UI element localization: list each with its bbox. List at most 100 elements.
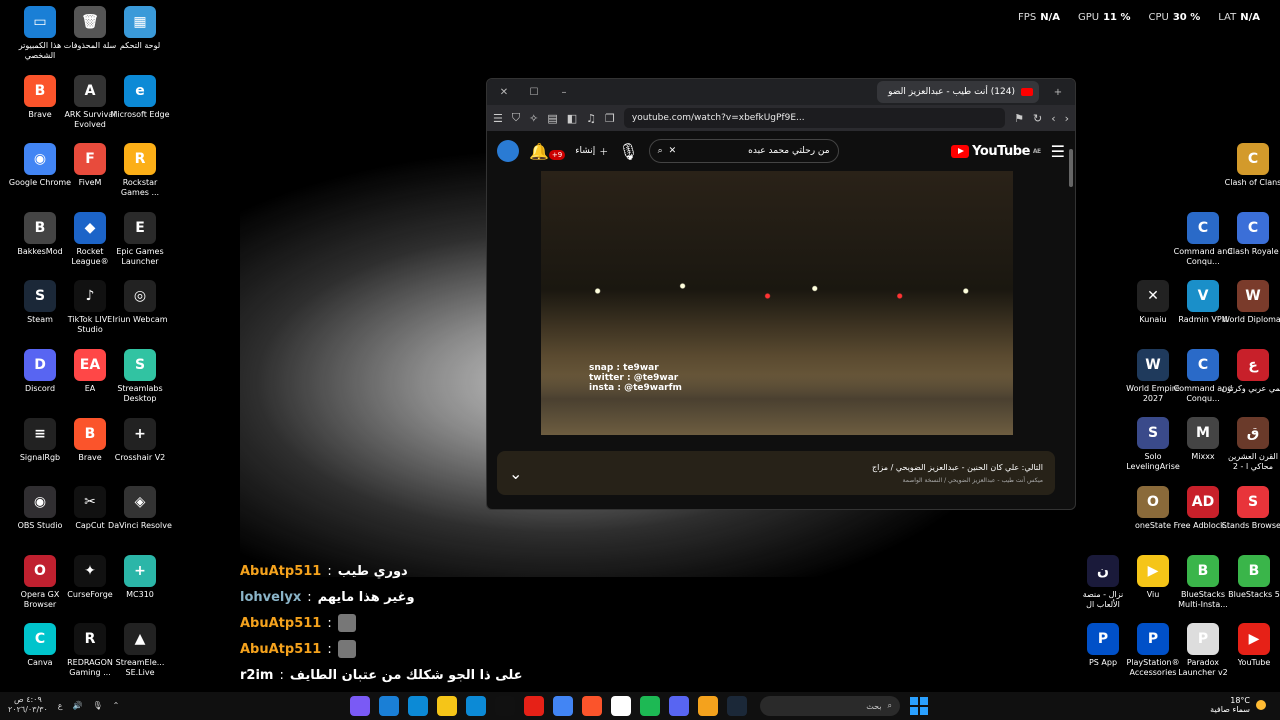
- desktop-icon-label: Clash of Clans: [1224, 178, 1280, 187]
- taskbar-app-icon[interactable]: [553, 696, 573, 716]
- app-icon: ع: [1237, 348, 1269, 381]
- taskbar-app-icon[interactable]: [582, 696, 602, 716]
- taskbar-app-icon[interactable]: [350, 696, 370, 716]
- taskbar-app-icon[interactable]: [379, 696, 399, 716]
- app-icon: ن: [1087, 555, 1119, 587]
- desktop-icon[interactable]: B BlueStacks 5: [1222, 555, 1280, 600]
- chat-separator: :: [307, 589, 312, 605]
- youtube-play-icon: [951, 144, 970, 158]
- app-icon: P: [1137, 623, 1169, 655]
- split-view-icon[interactable]: ◧: [567, 112, 577, 125]
- clear-search-icon[interactable]: ✕: [669, 146, 677, 156]
- forward-icon[interactable]: ›: [1065, 112, 1069, 125]
- start-button[interactable]: [910, 697, 928, 715]
- app-icon: C: [1187, 348, 1219, 381]
- music-icon[interactable]: ♫: [586, 112, 596, 125]
- lang-indicator[interactable]: ع: [58, 701, 63, 710]
- taskbar-app-icon[interactable]: [437, 696, 457, 716]
- app-icon: C: [1187, 211, 1219, 244]
- desktop-icon[interactable]: ▦ لوحة التحكم: [108, 6, 172, 51]
- desktop-icon[interactable]: e Microsoft Edge: [108, 74, 172, 120]
- mic-icon[interactable]: 🎙: [93, 701, 103, 710]
- desktop-icon[interactable]: W World Diplomat: [1221, 280, 1280, 325]
- taskbar-app-icon[interactable]: [698, 696, 718, 716]
- back-icon[interactable]: ‹: [1051, 112, 1055, 125]
- bookmark-icon[interactable]: ⚑: [1014, 112, 1024, 125]
- app-icon: ◆: [74, 211, 106, 244]
- taskbar-search[interactable]: ⌕ بحث: [760, 696, 900, 716]
- hamburger-menu-icon[interactable]: ☰: [1051, 142, 1065, 161]
- reload-icon[interactable]: ↻: [1033, 112, 1042, 125]
- volume-icon[interactable]: 🔊: [73, 701, 83, 710]
- desktop-icon-label: YouTube: [1237, 658, 1271, 667]
- minimize-button[interactable]: –: [553, 87, 575, 98]
- app-icon: ▦: [124, 6, 156, 38]
- desktop-icon[interactable]: S Stands Browser: [1221, 486, 1280, 531]
- desktop-icon[interactable]: ع انمي عربي وكرتون: [1221, 348, 1280, 394]
- weather-widget[interactable]: 18°C سماء صافية: [1210, 696, 1266, 714]
- perf-label: LAT: [1218, 12, 1237, 23]
- new-tab-button[interactable]: +: [1047, 87, 1069, 98]
- avatar[interactable]: [497, 140, 519, 162]
- close-window-button[interactable]: ✕: [493, 87, 515, 98]
- extensions-icon[interactable]: ✧: [529, 112, 538, 125]
- taskbar-app-icon[interactable]: [495, 696, 515, 716]
- app-icon: ◉: [24, 143, 56, 176]
- clock-date: ٢٠٢٦/٠٣/٣٠: [8, 705, 48, 714]
- desktop-icon[interactable]: C Clash Royale: [1221, 211, 1280, 257]
- desktop-icon[interactable]: ◎ Iriun Webcam: [108, 280, 172, 325]
- search-input[interactable]: من رحلتي محمد عبده ✕ ⌕: [648, 139, 839, 163]
- app-icon: 🗑: [74, 6, 106, 38]
- chevron-down-icon[interactable]: ⌄: [509, 464, 522, 483]
- app-icon: e: [124, 74, 156, 107]
- video-player[interactable]: snap : te9war twitter : @te9war insta : …: [541, 171, 1013, 435]
- app-icon: P: [1187, 623, 1219, 655]
- sun-icon: [1256, 700, 1266, 710]
- desktop-icon[interactable]: R Rockstar Games ...: [108, 143, 172, 198]
- chat-message: r2im: على ذا الجو شكلك من عتبان الطايف: [240, 662, 540, 688]
- desktop-icon[interactable]: S Streamlabs Desktop: [108, 349, 172, 404]
- desktop-icon[interactable]: + Crosshair V2: [108, 417, 172, 463]
- app-icon: W: [1137, 348, 1169, 381]
- microphone-icon[interactable]: 🎙: [618, 142, 638, 161]
- maximize-button[interactable]: ☐: [523, 87, 545, 98]
- app-icon: S: [1137, 417, 1169, 450]
- chat-separator: :: [327, 641, 332, 657]
- taskbar-app-icon[interactable]: [408, 696, 428, 716]
- perf-metric: GPU 11 %: [1078, 12, 1131, 23]
- clock-time: ٤:٠٩ ص: [13, 695, 42, 704]
- youtube-logo[interactable]: YouTube AE: [951, 144, 1041, 159]
- up-next-panel[interactable]: ⌄ التالي: علي كان الحنين - عبدالعزيز الض…: [497, 451, 1055, 495]
- notifications-bell-icon[interactable]: 🔔 +9: [529, 142, 566, 161]
- taskbar-app-icon[interactable]: [466, 696, 486, 716]
- taskbar-app-icon[interactable]: [524, 696, 544, 716]
- taskbar-app-icon[interactable]: [640, 696, 660, 716]
- create-button[interactable]: إنشاء ＋: [575, 145, 608, 158]
- taskbar-app-icon[interactable]: [611, 696, 631, 716]
- app-icon: ◎: [124, 280, 156, 313]
- desktop-icon[interactable]: ◈ DaVinci Resolve: [108, 486, 172, 531]
- taskbar-app-icon[interactable]: [669, 696, 689, 716]
- taskbar-app-icon[interactable]: [727, 696, 747, 716]
- search-icon[interactable]: ⌕: [658, 146, 663, 156]
- desktop-icon[interactable]: ▲ StreamEle... SE.Live: [108, 623, 172, 678]
- desktop-icon-label: BlueStacks 5: [1228, 590, 1280, 599]
- desktop-icon[interactable]: ق القرن العشرين محاكي ا - 2: [1221, 417, 1280, 472]
- perf-value: N/A: [1040, 12, 1060, 23]
- sidebar-icon[interactable]: ▤: [547, 112, 557, 125]
- shield-icon[interactable]: ⛉: [512, 111, 520, 125]
- desktop-icon[interactable]: ▶ YouTube: [1222, 623, 1280, 668]
- desktop-icon-label: Streamlabs Desktop: [117, 384, 163, 403]
- desktop-icon[interactable]: + MC310: [108, 554, 172, 600]
- copy-icon[interactable]: ❐: [605, 112, 615, 125]
- address-bar[interactable]: youtube.com/watch?v=xbefkUgPf9E...: [623, 108, 1006, 128]
- chevron-up-icon[interactable]: ⌃: [113, 701, 120, 710]
- clock[interactable]: ٤:٠٩ ص ٢٠٢٦/٠٣/٣٠: [8, 695, 48, 715]
- desktop-icon[interactable]: C Clash of Clans: [1221, 143, 1280, 188]
- scrollbar[interactable]: [1069, 149, 1073, 187]
- tab-youtube[interactable]: (124) أنت طيب - عبدالعزيز الضو: [877, 81, 1039, 103]
- menu-icon[interactable]: ☰: [493, 112, 503, 125]
- perf-value: 11 %: [1103, 12, 1131, 23]
- performance-overlay: FPS N/A GPU 11 % CPU 30 % LAT N/A: [1018, 12, 1260, 23]
- desktop-icon[interactable]: E Epic Games Launcher: [108, 211, 172, 267]
